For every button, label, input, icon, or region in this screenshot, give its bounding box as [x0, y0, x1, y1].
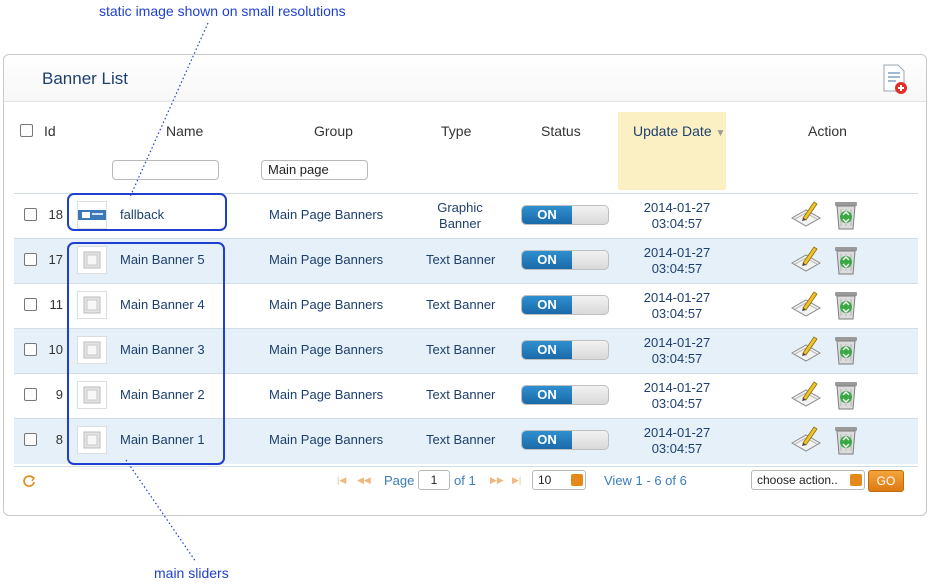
select-all-checkbox[interactable]: [20, 124, 33, 137]
page-size-value: 10: [538, 473, 552, 487]
banner-group: Main Page Banners: [269, 342, 384, 357]
banner-name-link[interactable]: Main Banner 5: [120, 252, 205, 267]
delete-icon[interactable]: [832, 334, 860, 366]
row-checkbox[interactable]: [24, 433, 37, 446]
banner-name-link[interactable]: Main Banner 4: [120, 297, 205, 312]
graphic-banner-thumbnail: [77, 201, 107, 229]
row-id: 18: [48, 207, 63, 222]
row-checkbox[interactable]: [24, 208, 37, 221]
status-toggle[interactable]: ON: [521, 430, 609, 450]
update-date: 2014-01-27 03:04:57: [643, 380, 711, 411]
text-banner-thumbnail: [77, 426, 107, 454]
name-filter-input[interactable]: [112, 160, 219, 180]
status-toggle-label: ON: [522, 431, 572, 449]
last-page-icon[interactable]: ▶|: [512, 475, 521, 486]
panel-header: Banner List: [4, 55, 926, 102]
banner-type: Text Banner: [426, 252, 496, 267]
delete-icon[interactable]: [832, 379, 860, 411]
update-date: 2014-01-27 03:04:57: [643, 245, 711, 276]
bulk-action-select[interactable]: choose action..: [751, 470, 865, 490]
edit-icon[interactable]: [789, 198, 823, 230]
banner-name-link[interactable]: Main Banner 2: [120, 387, 205, 402]
row-checkbox[interactable]: [24, 298, 37, 311]
edit-icon[interactable]: [789, 423, 823, 455]
sort-desc-icon: ▼: [715, 128, 726, 139]
text-banner-thumbnail: [77, 381, 107, 409]
view-range-text: View 1 - 6 of 6: [604, 473, 687, 488]
prev-page-icon[interactable]: ◀◀: [357, 475, 371, 486]
edit-icon[interactable]: [789, 333, 823, 365]
add-banner-icon[interactable]: [880, 63, 910, 95]
banner-group: Main Page Banners: [269, 387, 384, 402]
update-date: 2014-01-27 03:04:57: [643, 335, 711, 366]
banner-type: Graphic Banner: [437, 200, 483, 231]
column-type[interactable]: Type: [441, 123, 471, 139]
page-size-caret-icon: [571, 474, 583, 486]
column-update-date[interactable]: Update Date ▼: [633, 123, 725, 139]
status-toggle-label: ON: [522, 386, 572, 404]
delete-icon[interactable]: [832, 424, 860, 456]
edit-icon[interactable]: [789, 378, 823, 410]
panel-title: Banner List: [42, 69, 128, 88]
page-count-label: of 1: [454, 473, 476, 488]
annotation-bottom: main sliders: [154, 565, 229, 581]
row-id: 17: [48, 252, 63, 267]
text-banner-thumbnail: [77, 246, 107, 274]
status-toggle[interactable]: ON: [521, 385, 609, 405]
column-group[interactable]: Group: [314, 123, 353, 139]
next-page-icon[interactable]: ▶▶: [490, 475, 504, 486]
delete-icon[interactable]: [832, 199, 860, 231]
status-toggle-label: ON: [522, 341, 572, 359]
text-banner-thumbnail: [77, 291, 107, 319]
column-action: Action: [808, 123, 847, 139]
row-checkbox[interactable]: [24, 253, 37, 266]
group-filter-input[interactable]: Main page: [261, 160, 368, 180]
page-label: Page: [384, 473, 415, 488]
banner-group: Main Page Banners: [269, 432, 384, 447]
banner-type: Text Banner: [426, 387, 496, 402]
annotation-top: static image shown on small resolutions: [99, 3, 346, 19]
update-date: 2014-01-27 03:04:57: [643, 200, 711, 231]
row-id: 8: [55, 432, 63, 447]
banner-name-link[interactable]: Main Banner 1: [120, 432, 205, 447]
status-toggle-label: ON: [522, 251, 572, 269]
banner-group: Main Page Banners: [269, 252, 384, 267]
status-toggle[interactable]: ON: [521, 250, 609, 270]
banner-type: Text Banner: [426, 342, 496, 357]
delete-icon[interactable]: [832, 289, 860, 321]
row-id: 10: [48, 342, 63, 357]
update-date: 2014-01-27 03:04:57: [643, 290, 711, 321]
row-id: 11: [49, 297, 64, 312]
banner-type: Text Banner: [426, 432, 496, 447]
status-toggle[interactable]: ON: [521, 340, 609, 360]
page-number-input[interactable]: 1: [418, 470, 450, 490]
status-toggle[interactable]: ON: [521, 295, 609, 315]
banner-group: Main Page Banners: [269, 297, 384, 312]
bulk-action-placeholder: choose action..: [757, 473, 838, 487]
row-checkbox[interactable]: [24, 388, 37, 401]
banner-name-link[interactable]: Main Banner 3: [120, 342, 205, 357]
banner-group: Main Page Banners: [269, 207, 384, 222]
page-size-select[interactable]: 10: [532, 470, 586, 490]
edit-icon[interactable]: [789, 288, 823, 320]
column-status[interactable]: Status: [541, 123, 581, 139]
banner-type: Text Banner: [426, 297, 496, 312]
go-button[interactable]: GO: [868, 470, 904, 492]
edit-icon[interactable]: [789, 243, 823, 275]
banner-name-link[interactable]: fallback: [120, 207, 164, 222]
column-update-date-label: Update Date: [633, 123, 712, 139]
column-name[interactable]: Name: [166, 123, 203, 139]
delete-icon[interactable]: [832, 244, 860, 276]
first-page-icon[interactable]: |◀: [337, 475, 346, 486]
row-id: 9: [55, 387, 63, 402]
refresh-icon[interactable]: [22, 474, 36, 488]
status-toggle-label: ON: [522, 206, 572, 224]
update-date: 2014-01-27 03:04:57: [643, 425, 711, 456]
row-checkbox[interactable]: [24, 343, 37, 356]
status-toggle[interactable]: ON: [521, 205, 609, 225]
status-toggle-label: ON: [522, 296, 572, 314]
text-banner-thumbnail: [77, 336, 107, 364]
bulk-action-caret-icon: [850, 474, 862, 486]
column-id[interactable]: Id: [44, 123, 56, 139]
